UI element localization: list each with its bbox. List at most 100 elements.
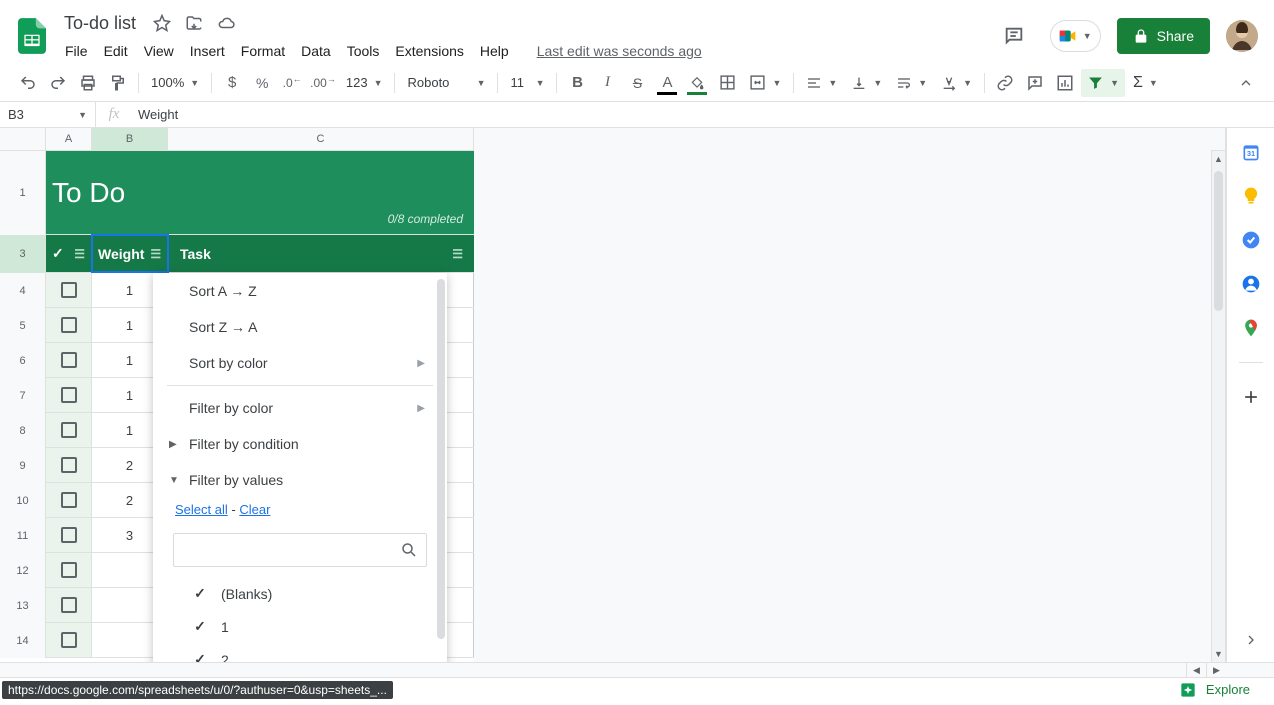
last-edit-link[interactable]: Last edit was seconds ago (530, 39, 709, 63)
text-rotation-button[interactable]: ▼ (935, 69, 978, 97)
checkbox[interactable] (61, 457, 77, 473)
cloud-status-icon[interactable] (214, 11, 238, 35)
checkbox[interactable] (61, 632, 77, 648)
avatar[interactable] (1226, 20, 1258, 52)
menu-extensions[interactable]: Extensions (388, 39, 470, 63)
clear-link[interactable]: Clear (239, 502, 270, 517)
collapse-toolbar-icon[interactable] (1232, 69, 1260, 97)
borders-button[interactable] (713, 69, 741, 97)
insert-comment-button[interactable] (1021, 69, 1049, 97)
doc-title[interactable]: To-do list (58, 11, 142, 36)
checkbox[interactable] (61, 527, 77, 543)
bold-button[interactable]: B (563, 69, 591, 97)
horizontal-align-button[interactable]: ▼ (800, 69, 843, 97)
spreadsheet-grid[interactable]: A B C 1 To Do 0/8 completed 3 ✓ (0, 128, 1226, 662)
menu-view[interactable]: View (137, 39, 181, 63)
undo-button[interactable] (14, 69, 42, 97)
insert-chart-button[interactable] (1051, 69, 1079, 97)
row-header[interactable]: 3 (0, 235, 46, 273)
filter-button[interactable]: ▼ (1081, 69, 1125, 97)
col-header-A[interactable]: A (46, 128, 92, 150)
format-percent-button[interactable]: % (248, 69, 276, 97)
checkbox[interactable] (61, 387, 77, 403)
name-box[interactable]: B3▼ (0, 102, 96, 128)
functions-button[interactable]: Σ▼ (1127, 69, 1164, 97)
italic-button[interactable]: I (593, 69, 621, 97)
merge-cells-button[interactable]: ▼ (743, 69, 787, 97)
checkbox-cell[interactable] (46, 448, 92, 482)
checkbox-cell[interactable] (46, 413, 92, 447)
menu-data[interactable]: Data (294, 39, 338, 63)
checkbox-cell[interactable] (46, 483, 92, 517)
menu-insert[interactable]: Insert (183, 39, 232, 63)
star-icon[interactable] (150, 11, 174, 35)
select-all-link[interactable]: Select all (175, 502, 228, 517)
number-format-select[interactable]: 123▼ (340, 69, 389, 97)
filter-icon[interactable]: ☰ (150, 247, 161, 261)
increase-decimal-button[interactable]: .00→ (308, 69, 338, 97)
vertical-scrollbar[interactable]: ▲ ▼ (1211, 151, 1225, 662)
filter-value-item[interactable]: ✓(Blanks) (191, 577, 425, 610)
row-header[interactable]: 11 (0, 518, 46, 553)
maps-icon[interactable] (1241, 318, 1261, 338)
tasks-icon[interactable] (1241, 230, 1261, 250)
sort-by-color[interactable]: Sort by color▶ (153, 345, 447, 381)
row-header[interactable]: 1 (0, 151, 46, 235)
checkbox[interactable] (61, 352, 77, 368)
select-all-corner[interactable] (0, 128, 46, 150)
filter-by-values[interactable]: ▼Filter by values (153, 462, 447, 498)
menu-help[interactable]: Help (473, 39, 516, 63)
contacts-icon[interactable] (1241, 274, 1261, 294)
menu-file[interactable]: File (58, 39, 95, 63)
font-size-select[interactable]: 11▼ (504, 69, 550, 97)
row-header[interactable]: 9 (0, 448, 46, 483)
sheets-logo[interactable] (14, 18, 50, 54)
checkbox-cell[interactable] (46, 343, 92, 377)
checkbox-cell[interactable] (46, 588, 92, 622)
strikethrough-button[interactable]: S (623, 69, 651, 97)
row-header[interactable]: 4 (0, 273, 46, 308)
filter-value-item[interactable]: ✓2 (191, 643, 425, 662)
filter-value-item[interactable]: ✓1 (191, 610, 425, 643)
col-header-C[interactable]: C (168, 128, 474, 150)
filter-by-color[interactable]: Filter by color▶ (153, 390, 447, 426)
redo-button[interactable] (44, 69, 72, 97)
add-addon-icon[interactable] (1241, 387, 1261, 407)
text-color-button[interactable]: A (653, 69, 681, 97)
row-header[interactable]: 6 (0, 343, 46, 378)
checkbox[interactable] (61, 282, 77, 298)
vertical-align-button[interactable]: ▼ (845, 69, 888, 97)
explore-button[interactable]: Explore (1166, 675, 1262, 705)
keep-icon[interactable] (1241, 186, 1261, 206)
row-header[interactable]: 5 (0, 308, 46, 343)
row-header[interactable]: 14 (0, 623, 46, 658)
fill-color-button[interactable] (683, 69, 711, 97)
checkbox-cell[interactable] (46, 378, 92, 412)
checkbox[interactable] (61, 562, 77, 578)
formula-input[interactable]: Weight (132, 107, 1274, 122)
checkbox[interactable] (61, 317, 77, 333)
sort-az[interactable]: Sort A → Z (153, 273, 447, 309)
row-header[interactable]: 8 (0, 413, 46, 448)
row-header[interactable]: 13 (0, 588, 46, 623)
filter-search-input[interactable] (173, 533, 427, 567)
checkbox[interactable] (61, 422, 77, 438)
checkbox[interactable] (61, 492, 77, 508)
paint-format-button[interactable] (104, 69, 132, 97)
col-header-B[interactable]: B (92, 128, 168, 150)
text-wrap-button[interactable]: ▼ (890, 69, 933, 97)
scroll-down-icon[interactable]: ▼ (1212, 646, 1225, 662)
checkbox-cell[interactable] (46, 308, 92, 342)
share-button[interactable]: Share (1117, 18, 1210, 54)
font-select[interactable]: Roboto▼ (401, 69, 491, 97)
calendar-icon[interactable]: 31 (1241, 142, 1261, 162)
checkbox-cell[interactable] (46, 273, 92, 307)
row-header[interactable]: 10 (0, 483, 46, 518)
menu-format[interactable]: Format (234, 39, 292, 63)
row-header[interactable]: 7 (0, 378, 46, 413)
sort-za[interactable]: Sort Z → A (153, 309, 447, 345)
checkbox-cell[interactable] (46, 553, 92, 587)
filter-by-condition[interactable]: ▶Filter by condition (153, 426, 447, 462)
menu-edit[interactable]: Edit (97, 39, 135, 63)
insert-link-button[interactable] (991, 69, 1019, 97)
